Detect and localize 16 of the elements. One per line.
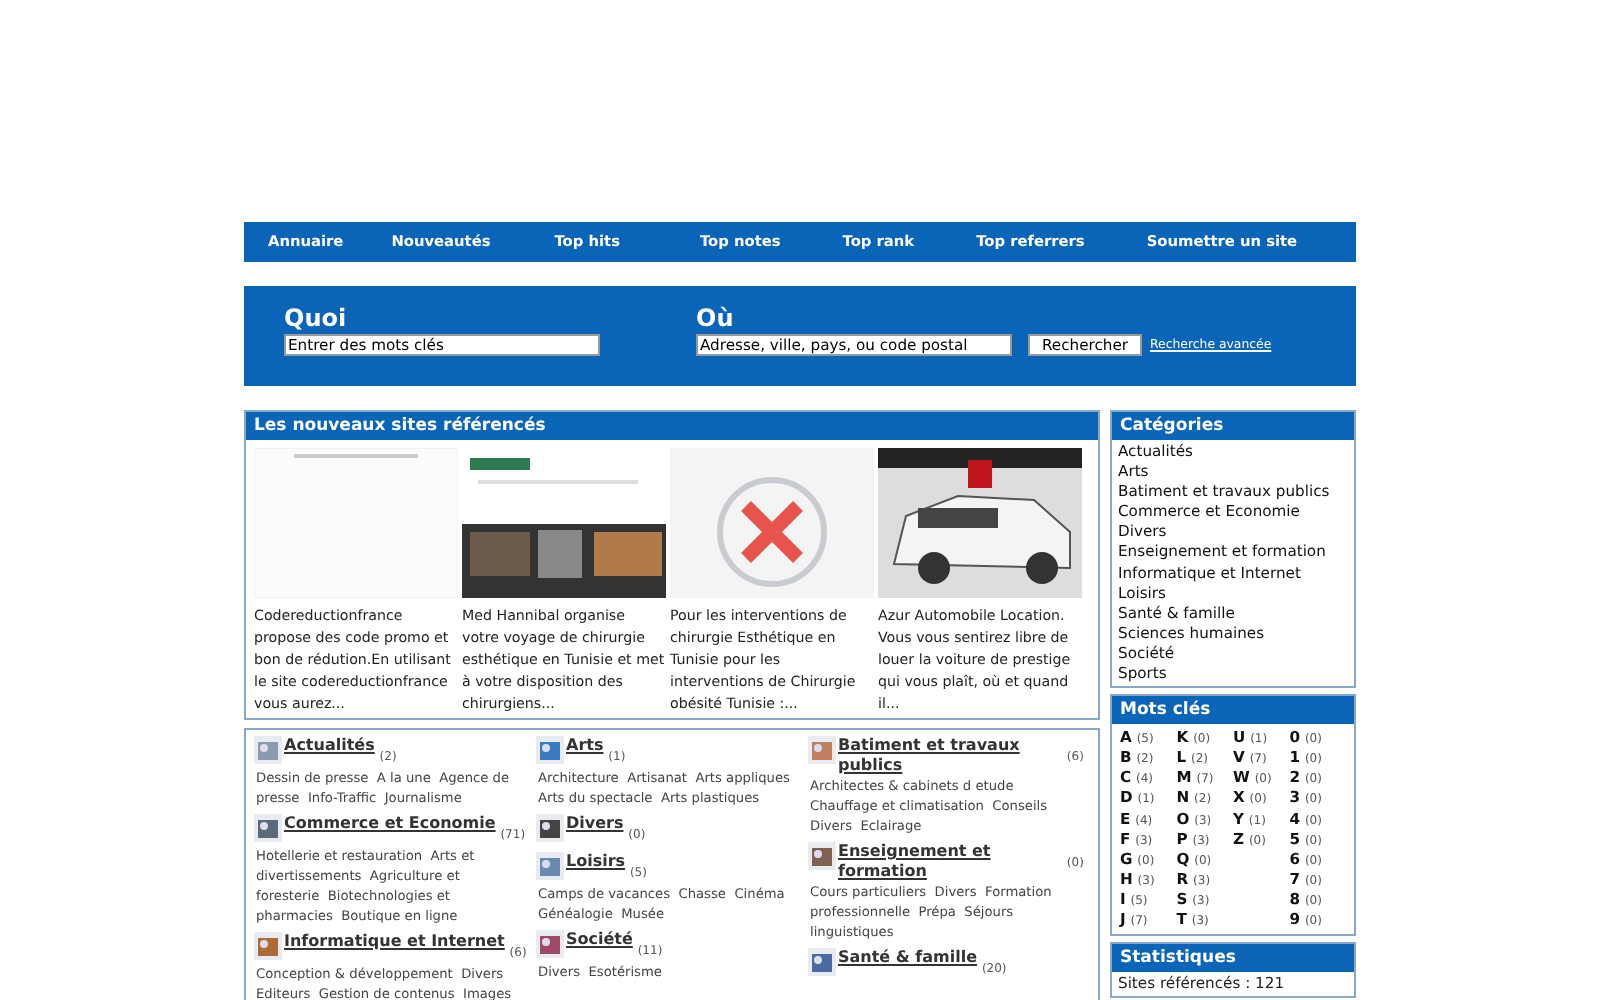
category-link[interactable]: Actualités [284, 736, 375, 756]
category-link[interactable]: Santé & famille [838, 948, 978, 968]
panel-header: Mots clés [1112, 696, 1354, 725]
category-link[interactable]: Enseignement et formation [838, 842, 1062, 882]
category-link[interactable]: Arts [566, 736, 604, 756]
category-link[interactable]: Loisirs [566, 852, 626, 872]
field-label: Où [696, 306, 736, 333]
panel-header: Les nouveaux sites référencés [246, 412, 1098, 440]
field-label: Quoi [284, 306, 349, 333]
category-link[interactable]: Batiment et travaux publics [838, 736, 1062, 776]
panel-header: Catégories [1112, 412, 1354, 440]
category-link[interactable]: Divers [566, 814, 624, 834]
category-link[interactable]: Commerce et Economie [284, 814, 496, 834]
category-link[interactable]: Société [566, 930, 633, 950]
panel-header: Statistiques [1112, 944, 1354, 973]
category-link[interactable]: Informatique et Internet [284, 932, 505, 952]
